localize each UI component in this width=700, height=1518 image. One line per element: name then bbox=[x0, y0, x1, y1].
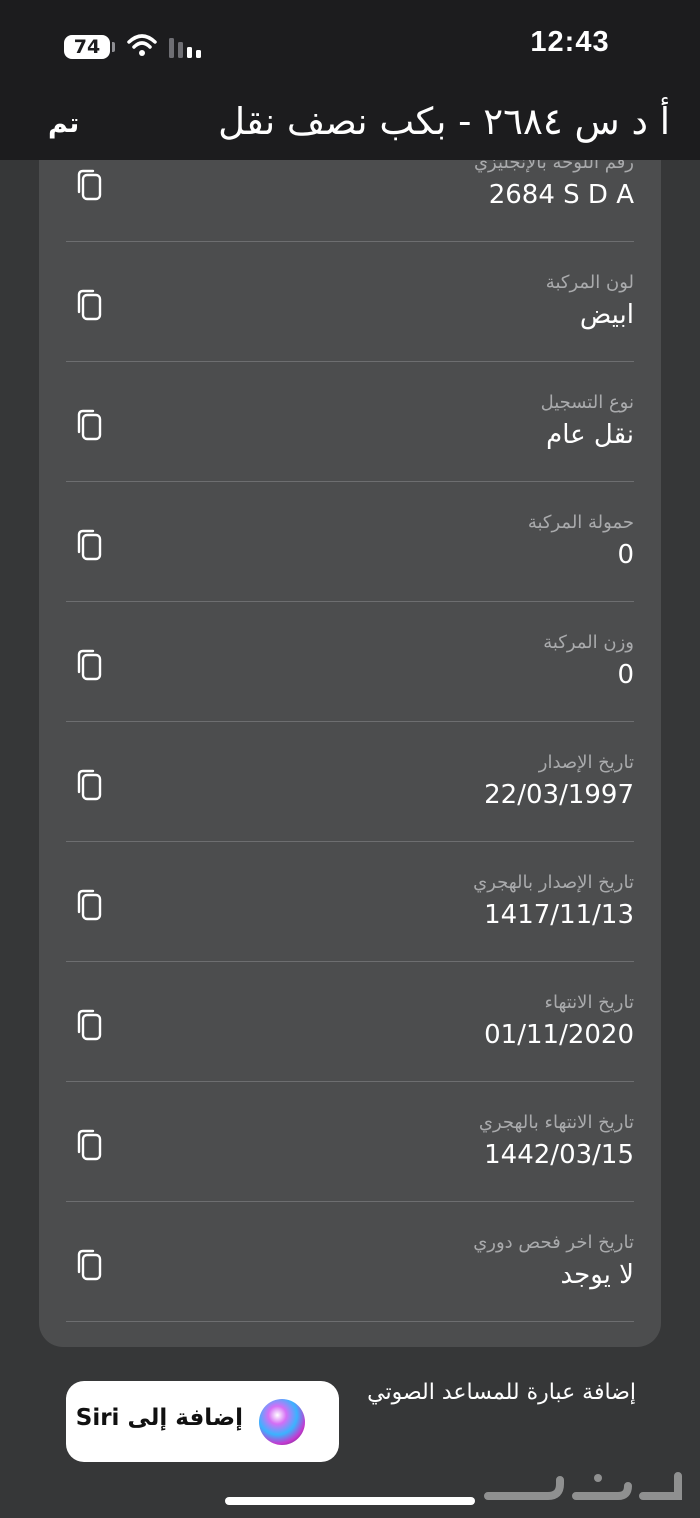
detail-row: تاريخ اخر فحص دوري لا يوجد bbox=[66, 1202, 634, 1322]
detail-value: 2684 S D A bbox=[488, 180, 634, 210]
detail-row: حمولة المركبة 0 bbox=[66, 482, 634, 602]
done-button[interactable]: تم bbox=[48, 108, 79, 139]
status-bar: 74 12:43 bbox=[0, 0, 700, 96]
detail-label: تاريخ الانتهاء بالهجري bbox=[478, 1112, 634, 1133]
copy-icon[interactable] bbox=[75, 168, 103, 202]
detail-row: لون المركبة ابيض bbox=[66, 242, 634, 362]
detail-value: 01/11/2020 bbox=[484, 1020, 634, 1050]
navigation-bar: أ د س ٢٦٨٤ - بكب نصف نقل تم bbox=[0, 96, 700, 160]
detail-value: 1442/03/15 bbox=[484, 1140, 634, 1170]
page-title: أ د س ٢٦٨٤ - بكب نصف نقل bbox=[218, 100, 670, 143]
detail-label: نوع التسجيل bbox=[540, 392, 634, 413]
add-to-siri-label: إضافة إلى Siri bbox=[75, 1405, 243, 1431]
copy-icon[interactable] bbox=[75, 768, 103, 802]
copy-icon[interactable] bbox=[75, 1128, 103, 1162]
haraj-watermark-logo bbox=[484, 1472, 682, 1500]
detail-row: تاريخ الانتهاء بالهجري 1442/03/15 bbox=[66, 1082, 634, 1202]
detail-value: 22/03/1997 bbox=[484, 780, 634, 810]
detail-row: وزن المركبة 0 bbox=[66, 602, 634, 722]
copy-icon[interactable] bbox=[75, 1008, 103, 1042]
detail-row: تاريخ الإصدار 22/03/1997 bbox=[66, 722, 634, 842]
wifi-icon bbox=[127, 34, 157, 56]
detail-label: تاريخ الإصدار bbox=[538, 752, 634, 773]
cellular-signal-icon bbox=[169, 38, 201, 58]
copy-icon[interactable] bbox=[75, 288, 103, 322]
siri-icon bbox=[259, 1399, 305, 1445]
copy-icon[interactable] bbox=[75, 408, 103, 442]
detail-row: تاريخ الإصدار بالهجري 1417/11/13 bbox=[66, 842, 634, 962]
home-indicator[interactable] bbox=[225, 1497, 475, 1505]
detail-value: 1417/11/13 bbox=[484, 900, 634, 930]
battery-tip bbox=[112, 42, 115, 52]
detail-value: ابيض bbox=[579, 300, 634, 330]
detail-label: حمولة المركبة bbox=[527, 512, 634, 533]
detail-row: تاريخ الانتهاء 01/11/2020 bbox=[66, 962, 634, 1082]
copy-icon[interactable] bbox=[75, 888, 103, 922]
detail-label: تاريخ الإصدار بالهجري bbox=[473, 872, 634, 893]
battery-indicator: 74 bbox=[64, 35, 110, 59]
copy-icon[interactable] bbox=[75, 528, 103, 562]
detail-value: 0 bbox=[617, 660, 634, 690]
detail-label: تاريخ اخر فحص دوري bbox=[473, 1232, 634, 1253]
detail-row: نوع التسجيل نقل عام bbox=[66, 362, 634, 482]
detail-value: نقل عام bbox=[546, 420, 634, 450]
detail-label: لون المركبة bbox=[545, 272, 634, 293]
detail-label: تاريخ الانتهاء bbox=[544, 992, 635, 1013]
copy-icon[interactable] bbox=[75, 648, 103, 682]
detail-value: لا يوجد bbox=[560, 1260, 634, 1290]
copy-icon[interactable] bbox=[75, 1248, 103, 1282]
detail-label: وزن المركبة bbox=[543, 632, 634, 653]
detail-value: 0 bbox=[617, 540, 634, 570]
siri-section-label: إضافة عبارة للمساعد الصوتي bbox=[367, 1380, 636, 1405]
status-time: 12:43 bbox=[530, 26, 610, 58]
add-to-siri-button[interactable]: إضافة إلى Siri bbox=[66, 1381, 339, 1462]
vehicle-details-card: رقم اللوحة بالإنجليزي 2684 S D A لون المرك… bbox=[39, 150, 661, 1347]
